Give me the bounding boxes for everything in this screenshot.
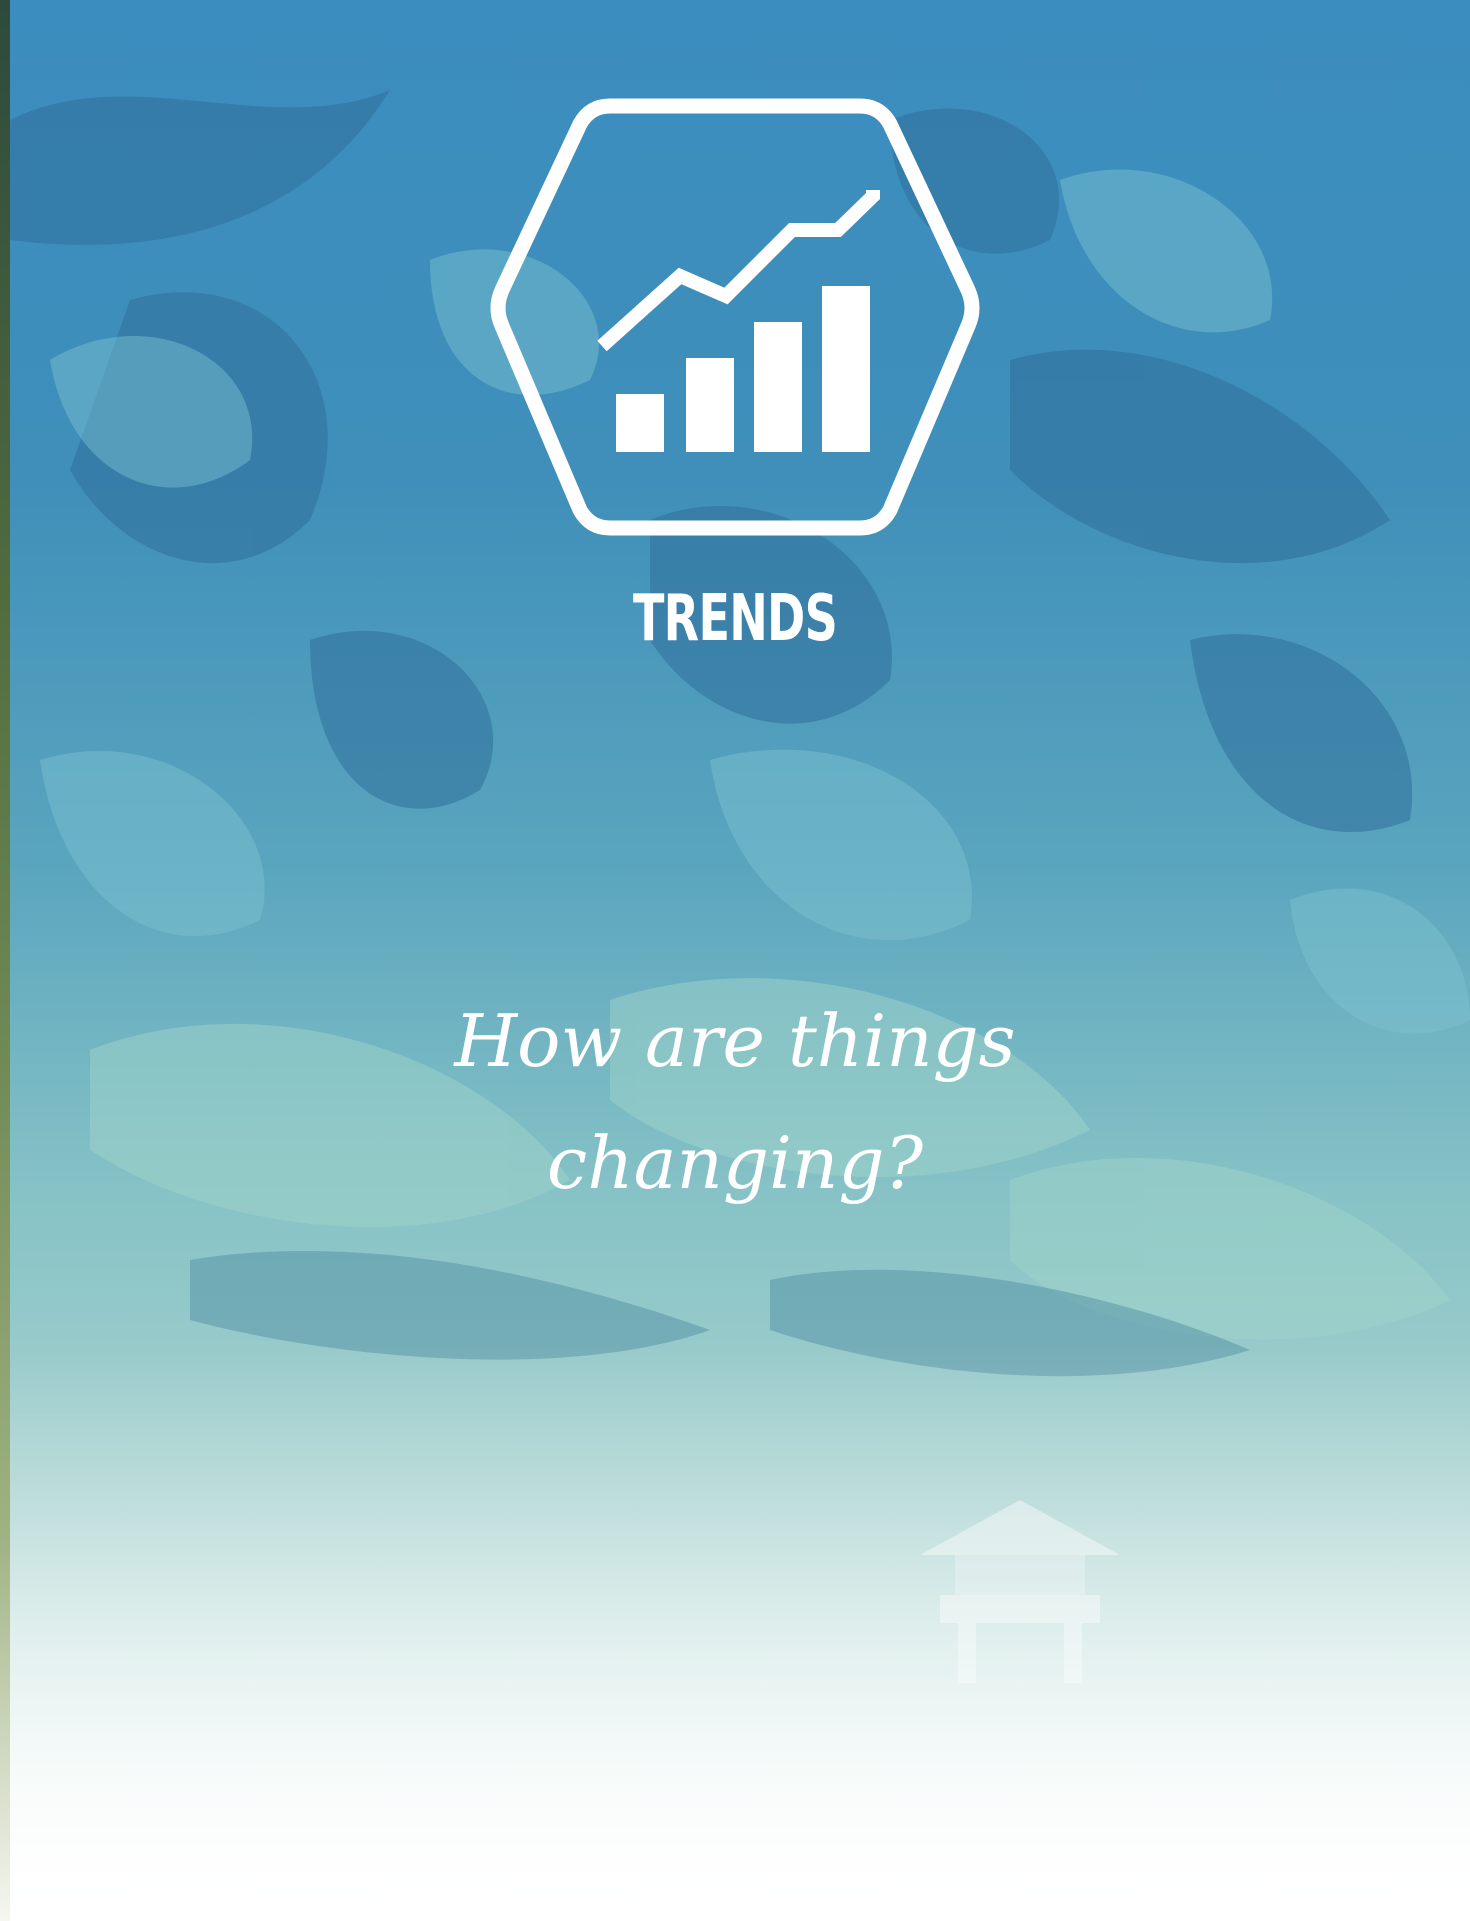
- bar-1: [616, 394, 664, 452]
- section-question: How are things changing?: [454, 999, 1016, 1205]
- hexagon-outline: [490, 98, 980, 536]
- trends-chart-icon: [490, 96, 980, 538]
- section-title: TRENDS: [632, 582, 838, 656]
- bar-3: [754, 322, 802, 452]
- bar-4: [822, 286, 870, 452]
- bar-2: [686, 358, 734, 452]
- photo-edge-strip: [0, 0, 10, 1921]
- trends-page: TRENDS How are things changing?: [0, 0, 1470, 1921]
